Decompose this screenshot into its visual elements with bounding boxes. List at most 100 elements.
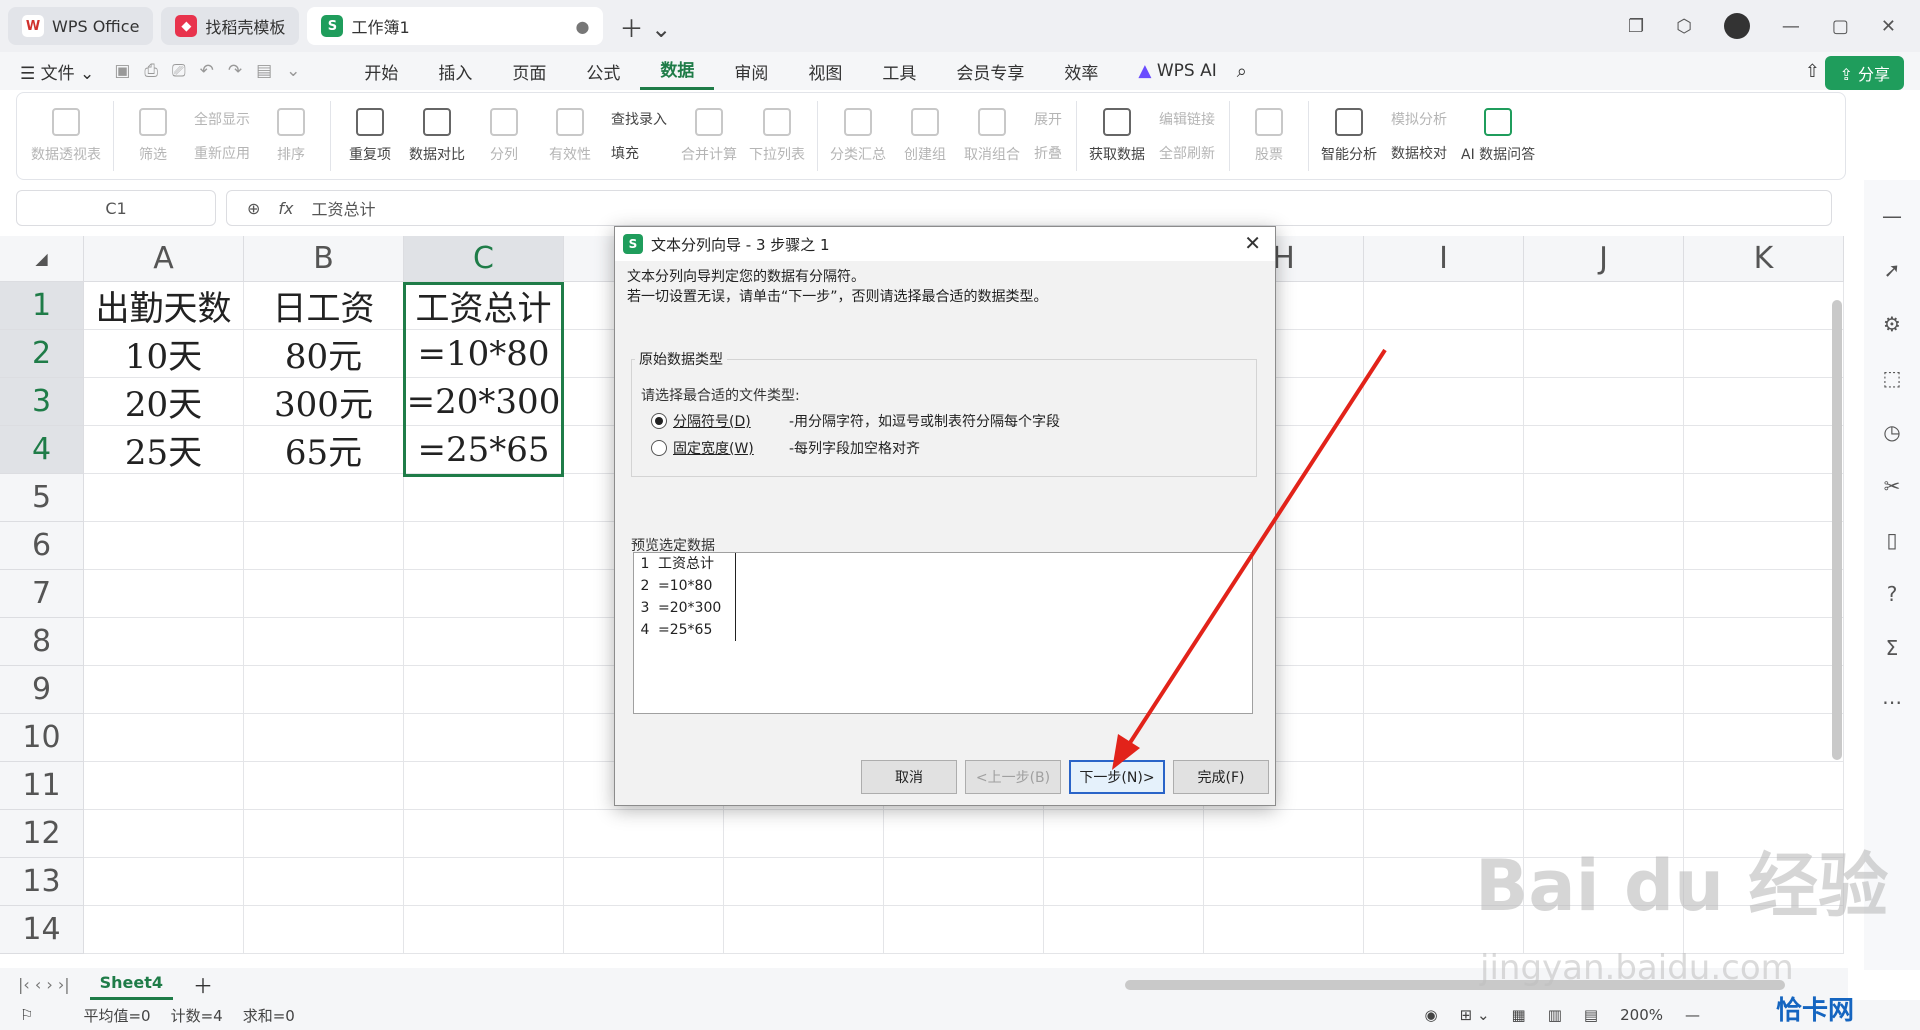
menu-item-formula[interactable]: 公式: [566, 59, 640, 84]
cell-g14[interactable]: [1044, 906, 1204, 954]
row-header-13[interactable]: 13: [0, 858, 84, 906]
cell-f14[interactable]: [884, 906, 1044, 954]
sheet-nav-icons[interactable]: |‹ ‹ › ›|: [18, 975, 70, 994]
new-tab-icon[interactable]: ＋ ⌄: [619, 9, 671, 44]
cell-i1[interactable]: [1364, 282, 1524, 330]
cell-j3[interactable]: [1524, 378, 1684, 426]
book-icon[interactable]: ▯: [1886, 528, 1897, 552]
menu-item-data[interactable]: 数据: [640, 52, 715, 90]
row-header-8[interactable]: 8: [0, 618, 84, 666]
merge-calc-button[interactable]: 合并计算: [675, 108, 743, 164]
finish-button[interactable]: 完成(F): [1173, 760, 1269, 794]
cell-c6[interactable]: [404, 522, 564, 570]
row-header-1[interactable]: 1: [0, 282, 84, 330]
cell-b14[interactable]: [244, 906, 404, 954]
zoom-out-icon[interactable]: —: [1685, 1006, 1700, 1024]
show-all-button[interactable]: 全部显示: [194, 109, 250, 129]
cell-b11[interactable]: [244, 762, 404, 810]
what-if-button[interactable]: 模拟分析: [1391, 109, 1447, 129]
create-group-button[interactable]: 创建组: [892, 108, 958, 164]
cell-d12[interactable]: [564, 810, 724, 858]
row-header-2[interactable]: 2: [0, 330, 84, 378]
cell-k2[interactable]: [1684, 330, 1844, 378]
row-header-12[interactable]: 12: [0, 810, 84, 858]
cell-i9[interactable]: [1364, 666, 1524, 714]
stocks-button[interactable]: 股票: [1236, 108, 1302, 164]
cell-e14[interactable]: [724, 906, 884, 954]
fill-button[interactable]: 填充: [611, 143, 667, 163]
pivot-table-button[interactable]: 数据透视表: [25, 108, 107, 164]
cell-g13[interactable]: [1044, 858, 1204, 906]
cell-f13[interactable]: [884, 858, 1044, 906]
cell-a10[interactable]: [84, 714, 244, 762]
window-icon[interactable]: ❐: [1628, 16, 1644, 37]
filter-button[interactable]: 筛选: [120, 108, 186, 164]
cell-c5[interactable]: [404, 474, 564, 522]
close-icon[interactable]: ✕: [1881, 16, 1896, 37]
cell-b13[interactable]: [244, 858, 404, 906]
cube-icon[interactable]: ⬡: [1676, 16, 1692, 37]
chart-icon[interactable]: ◷: [1883, 420, 1900, 444]
reapply-button[interactable]: 重新应用: [194, 143, 250, 163]
collapse-button[interactable]: 折叠: [1034, 143, 1062, 163]
split-column-button[interactable]: 分列: [471, 108, 537, 164]
settings-icon[interactable]: ⚙: [1883, 312, 1901, 336]
cell-b9[interactable]: [244, 666, 404, 714]
cell-j11[interactable]: [1524, 762, 1684, 810]
column-header-c[interactable]: C: [404, 236, 564, 282]
cell-d13[interactable]: [564, 858, 724, 906]
radio-fixed-width[interactable]: [651, 440, 667, 456]
help-icon[interactable]: ?: [1887, 582, 1898, 606]
search-icon[interactable]: ⌕: [1237, 61, 1247, 82]
cell-k7[interactable]: [1684, 570, 1844, 618]
status-icon[interactable]: ⚐: [20, 1006, 33, 1024]
cell-i3[interactable]: [1364, 378, 1524, 426]
cell-j1[interactable]: [1524, 282, 1684, 330]
cell-b8[interactable]: [244, 618, 404, 666]
column-header-i[interactable]: I: [1364, 236, 1524, 282]
cell-k11[interactable]: [1684, 762, 1844, 810]
cell-c9[interactable]: [404, 666, 564, 714]
row-header-11[interactable]: 11: [0, 762, 84, 810]
cell-a6[interactable]: [84, 522, 244, 570]
cell-b2[interactable]: 80元: [244, 330, 404, 378]
sum-icon[interactable]: Σ: [1886, 636, 1899, 660]
row-header-6[interactable]: 6: [0, 522, 84, 570]
menu-item-tools[interactable]: 工具: [862, 59, 936, 84]
cell-j4[interactable]: [1524, 426, 1684, 474]
menu-item-vip[interactable]: 会员专享: [936, 59, 1044, 84]
layout-icon[interactable]: ⬚: [1883, 366, 1902, 390]
cell-a7[interactable]: [84, 570, 244, 618]
upload-icon[interactable]: ⇧: [1805, 61, 1820, 82]
row-header-7[interactable]: 7: [0, 570, 84, 618]
cell-h14[interactable]: [1204, 906, 1364, 954]
cell-c1[interactable]: 工资总计: [404, 282, 564, 330]
cell-c3[interactable]: =20*300: [404, 378, 564, 426]
eye-icon[interactable]: ◉: [1425, 1006, 1438, 1024]
cell-j9[interactable]: [1524, 666, 1684, 714]
column-header-j[interactable]: J: [1524, 236, 1684, 282]
column-header-a[interactable]: A: [84, 236, 244, 282]
data-compare-button[interactable]: 数据对比: [403, 108, 471, 164]
vertical-scrollbar[interactable]: [1832, 300, 1842, 760]
cell-i11[interactable]: [1364, 762, 1524, 810]
next-button[interactable]: 下一步(N)>: [1069, 760, 1165, 794]
column-header-k[interactable]: K: [1684, 236, 1844, 282]
refresh-all-button[interactable]: 全部刷新: [1159, 143, 1215, 163]
tools-icon[interactable]: ✂: [1884, 474, 1901, 498]
cell-c2[interactable]: =10*80: [404, 330, 564, 378]
name-box[interactable]: C1: [16, 190, 216, 226]
cell-h13[interactable]: [1204, 858, 1364, 906]
duplicates-button[interactable]: 重复项: [337, 108, 403, 164]
ai-data-qa-button[interactable]: AI 数据问答: [1455, 108, 1541, 164]
row-header-14[interactable]: 14: [0, 906, 84, 954]
minimize-icon[interactable]: —: [1782, 16, 1800, 37]
cell-k10[interactable]: [1684, 714, 1844, 762]
cell-f12[interactable]: [884, 810, 1044, 858]
cell-a14[interactable]: [84, 906, 244, 954]
cell-a5[interactable]: [84, 474, 244, 522]
cell-c14[interactable]: [404, 906, 564, 954]
cell-i5[interactable]: [1364, 474, 1524, 522]
cell-a2[interactable]: 10天: [84, 330, 244, 378]
normal-view-icon[interactable]: ▦: [1512, 1006, 1526, 1024]
